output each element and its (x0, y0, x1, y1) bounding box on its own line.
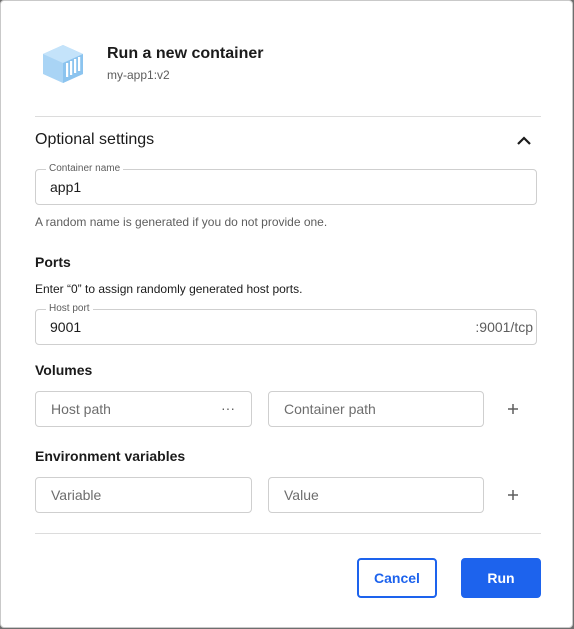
browse-button[interactable]: ··· (221, 392, 235, 424)
cancel-button[interactable]: Cancel (357, 558, 437, 598)
container-name-value: app1 (50, 179, 82, 195)
host-port-field[interactable]: Host port 9001 :9001/tcp (35, 303, 537, 345)
plus-icon[interactable] (505, 487, 521, 503)
host-path-placeholder: Host path (51, 401, 111, 417)
variable-placeholder: Variable (51, 487, 102, 503)
container-name-field[interactable]: Container name app1 (35, 163, 537, 205)
footer-divider (35, 533, 541, 534)
container-port: :9001/tcp (475, 319, 533, 335)
ports-help: Enter “0” to assign randomly generated h… (35, 282, 303, 296)
image-name: my-app1:v2 (107, 68, 170, 82)
volumes-title: Volumes (35, 362, 93, 378)
plus-icon[interactable] (505, 401, 521, 417)
host-port-value: 9001 (50, 319, 82, 335)
run-button[interactable]: Run (461, 558, 541, 598)
host-path-input[interactable]: Host path ··· (35, 391, 252, 427)
chevron-up-icon[interactable] (515, 133, 533, 147)
divider (35, 116, 541, 117)
variable-input[interactable]: Variable (35, 477, 252, 513)
container-name-help: A random name is generated if you do not… (35, 215, 328, 229)
value-input[interactable]: Value (268, 477, 484, 513)
container-path-input[interactable]: Container path (268, 391, 484, 427)
env-title: Environment variables (35, 448, 186, 464)
dialog-title: Run a new container (107, 45, 264, 62)
value-placeholder: Value (284, 487, 319, 503)
ports-title: Ports (35, 254, 71, 270)
container-path-placeholder: Container path (284, 401, 376, 417)
run-container-dialog: Run a new container my-app1:v2 Optional … (0, 0, 573, 628)
optional-settings-title: Optional settings (35, 131, 155, 148)
container-image-icon (43, 45, 83, 83)
